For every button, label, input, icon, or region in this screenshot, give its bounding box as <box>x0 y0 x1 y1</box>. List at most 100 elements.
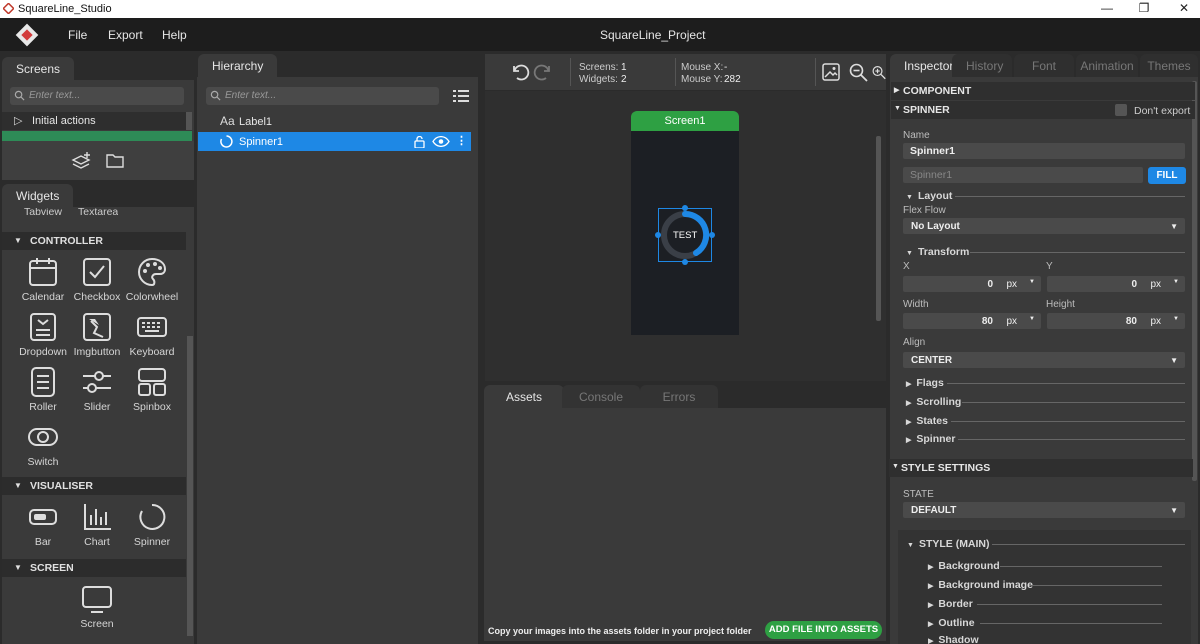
tab-font[interactable]: Font <box>1014 54 1074 77</box>
group-style-main[interactable]: ▼ STYLE (MAIN) <box>907 538 990 550</box>
y-input[interactable]: 0 px ▼ <box>1047 276 1185 292</box>
roller-icon <box>31 367 55 397</box>
resize-handle[interactable] <box>682 205 688 211</box>
screens-search-input[interactable]: Enter text... <box>10 87 184 105</box>
resize-handle[interactable] <box>655 232 661 238</box>
width-input[interactable]: 80 px ▼ <box>903 313 1041 329</box>
device-screen[interactable]: TEST <box>631 131 739 335</box>
window-titlebar: SquareLine_Studio — ❐ ✕ <box>0 0 1200 18</box>
switch-icon <box>28 428 58 446</box>
height-input[interactable]: 80 px ▼ <box>1047 313 1185 329</box>
widget-spinner[interactable]: Spinner <box>125 501 179 548</box>
style-outline[interactable]: ▶ Outline <box>928 617 975 629</box>
tab-screens[interactable]: Screens <box>2 57 75 80</box>
resize-handle[interactable] <box>682 259 688 265</box>
project-title: SquareLine_Project <box>600 28 706 42</box>
resize-handle[interactable] <box>709 232 715 238</box>
section-component[interactable]: ▶ COMPONENT <box>891 82 1195 100</box>
tab-assets[interactable]: Assets <box>484 385 564 408</box>
spinner-icon <box>220 135 233 148</box>
hierarchy-item-label1[interactable]: Aa Label1 <box>198 112 471 131</box>
screens-panel: Screens Enter text... ▷ Initial actions <box>0 51 195 181</box>
widget-slider[interactable]: Slider <box>70 366 124 413</box>
menu-export[interactable]: Export <box>108 28 143 42</box>
menu-file[interactable]: File <box>68 28 87 42</box>
undo-icon[interactable] <box>510 62 530 82</box>
widget-dropdown[interactable]: Dropdown <box>16 311 70 358</box>
widget-spinbox[interactable]: Spinbox <box>125 366 179 413</box>
style-background[interactable]: ▶ Background <box>928 560 1000 572</box>
add-screen-icon[interactable] <box>70 151 92 171</box>
state-select[interactable]: DEFAULT ▼ <box>903 502 1185 518</box>
more-options-icon[interactable]: ⋮ <box>456 134 467 147</box>
list-item[interactable]: ▷ Initial actions <box>2 112 186 130</box>
tab-console[interactable]: Console <box>562 385 640 408</box>
dropdown-icon <box>30 313 56 341</box>
tab-errors[interactable]: Errors <box>640 385 718 408</box>
menu-help[interactable]: Help <box>162 28 187 42</box>
id-input[interactable]: Spinner1 <box>903 167 1143 183</box>
group-scrolling[interactable]: ▶ Scrolling <box>906 396 961 408</box>
widget-calendar[interactable]: Calendar <box>16 256 70 303</box>
chart-icon <box>84 504 111 530</box>
folder-icon[interactable] <box>105 152 125 169</box>
maximize-icon[interactable]: ❐ <box>1132 1 1156 15</box>
eye-icon[interactable] <box>432 136 450 147</box>
group-layout[interactable]: ▼ Layout <box>906 190 952 202</box>
unlock-icon[interactable] <box>414 136 425 148</box>
fill-button[interactable]: FILL <box>1148 167 1186 184</box>
x-input[interactable]: 0 px ▼ <box>903 276 1041 292</box>
widget-switch[interactable]: Switch <box>16 421 70 468</box>
widget-keyboard[interactable]: Keyboard <box>125 311 179 358</box>
list-view-icon[interactable] <box>453 90 469 102</box>
calendar-icon <box>29 258 57 286</box>
screen-item-selected[interactable] <box>2 131 192 141</box>
close-icon[interactable]: ✕ <box>1172 1 1196 15</box>
hierarchy-search-input[interactable]: Enter text... <box>206 87 439 105</box>
group-transform[interactable]: ▼ Transform <box>906 246 969 258</box>
tab-animation[interactable]: Animation <box>1076 54 1138 77</box>
widget-checkbox[interactable]: Checkbox <box>70 256 124 303</box>
label-icon: Aa <box>220 114 235 128</box>
tab-hierarchy[interactable]: Hierarchy <box>198 54 278 77</box>
assets-hint: Copy your images into the assets folder … <box>488 626 752 636</box>
tab-widgets[interactable]: Widgets <box>2 184 74 207</box>
scrollbar[interactable] <box>876 136 881 321</box>
widget-colorwheel[interactable]: Colorwheel <box>125 256 179 303</box>
group-states[interactable]: ▶ States <box>906 415 948 427</box>
tab-history[interactable]: History <box>952 54 1012 77</box>
widget-screen[interactable]: Screen <box>70 583 124 630</box>
minimize-icon[interactable]: — <box>1095 1 1119 15</box>
add-file-button[interactable]: ADD FILE INTO ASSETS <box>765 621 882 639</box>
style-background-image[interactable]: ▶ Background image <box>928 579 1033 591</box>
image-icon[interactable] <box>822 63 840 81</box>
scrollbar[interactable] <box>1192 81 1197 481</box>
align-select[interactable]: CENTER ▼ <box>903 352 1185 368</box>
dont-export-checkbox[interactable] <box>1115 104 1127 116</box>
section-visualiser[interactable]: ▼ VISUALISER <box>2 477 186 495</box>
style-border[interactable]: ▶ Border <box>928 598 973 610</box>
widget-roller[interactable]: Roller <box>16 366 70 413</box>
screen-tab[interactable]: Screen1 <box>631 111 739 131</box>
widget-chart[interactable]: Chart <box>70 501 124 548</box>
redo-icon[interactable] <box>533 62 553 82</box>
hierarchy-item-spinner1[interactable]: Spinner1 ⋮ <box>198 132 471 151</box>
search-icon <box>210 90 221 101</box>
section-screen[interactable]: ▼ SCREEN <box>2 559 186 577</box>
flex-flow-select[interactable]: No Layout ▼ <box>903 218 1185 234</box>
section-controller[interactable]: ▼ CONTROLLER <box>2 232 186 250</box>
group-spinner[interactable]: ▶ Spinner <box>906 433 955 445</box>
group-flags[interactable]: ▶ Flags <box>906 377 944 389</box>
section-style-settings[interactable]: ▼ STYLE SETTINGS <box>889 459 1193 477</box>
zoom-in-icon[interactable] <box>872 63 886 82</box>
scrollbar[interactable] <box>186 112 192 130</box>
imgbutton-icon <box>83 313 111 341</box>
name-input[interactable]: Spinner1 <box>903 143 1185 159</box>
style-shadow[interactable]: ▶ Shadow <box>928 636 979 644</box>
widgets-panel: Widgets Tabview Textarea ▼ CONTROLLER Cal… <box>0 181 195 644</box>
zoom-out-icon[interactable] <box>849 63 868 82</box>
widget-imgbutton[interactable]: Imgbutton <box>70 311 124 358</box>
tab-themes[interactable]: Themes <box>1140 54 1198 77</box>
widget-bar[interactable]: Bar <box>16 501 70 548</box>
scrollbar[interactable] <box>187 336 193 636</box>
